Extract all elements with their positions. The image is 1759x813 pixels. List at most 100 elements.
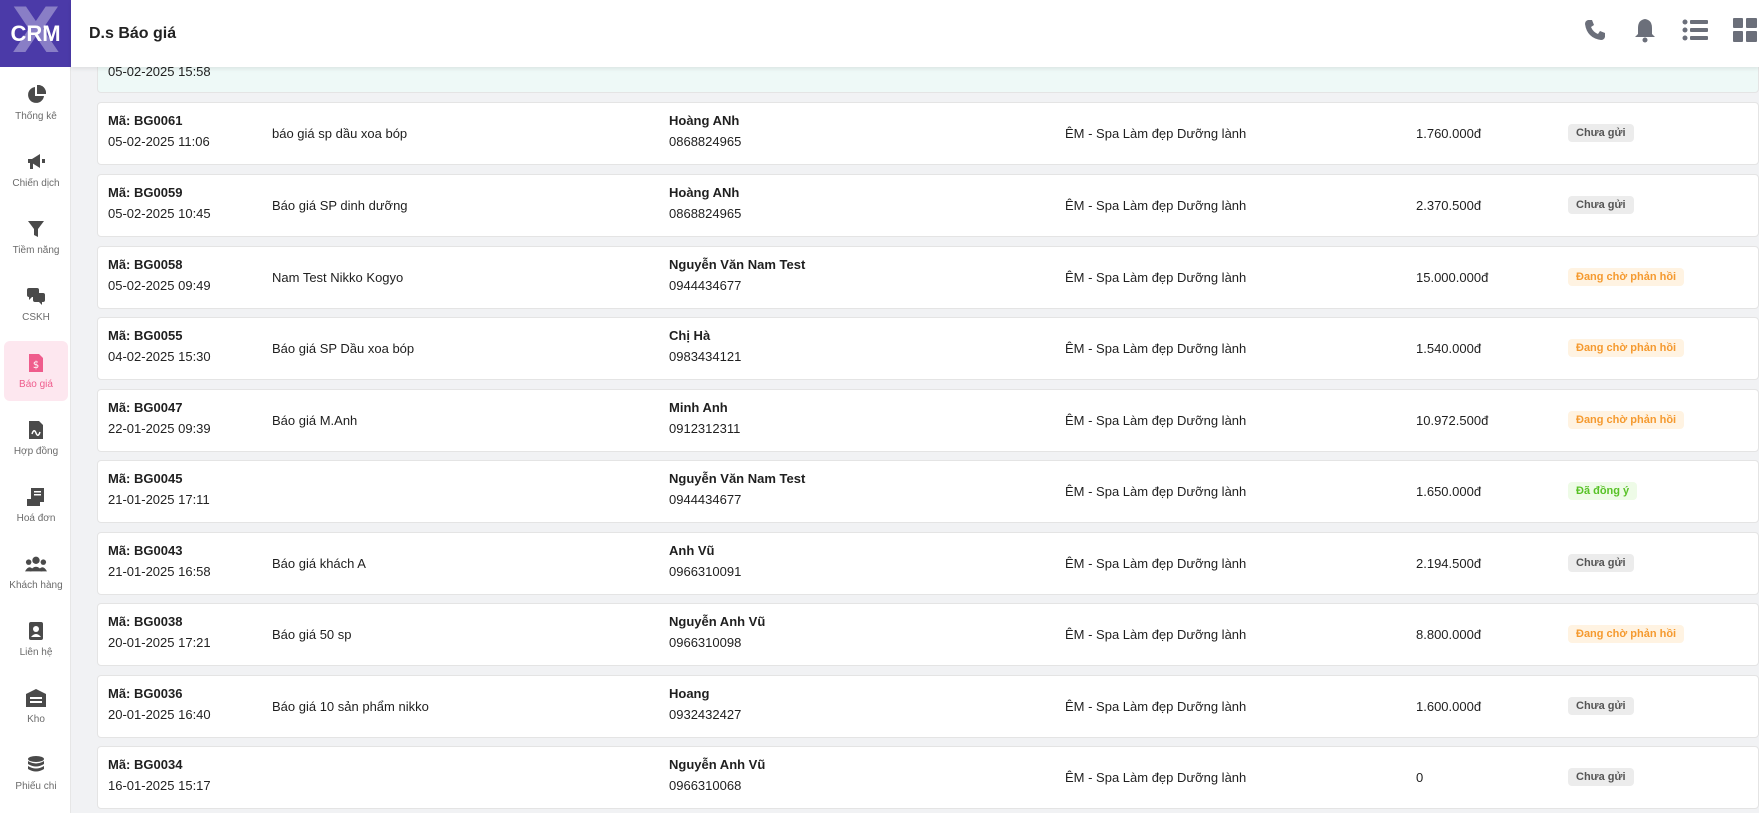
quote-name: báo giá sp dầu xoa bóp [272,126,408,141]
customer-phone: 0932432427 [669,707,742,722]
quote-amount: 2.194.500đ [1416,556,1482,571]
sidebar: X CRM Thống kê Chiến dịch Tiềm năng CSKH… [0,0,71,813]
sidebar-item-label: Kho [27,714,45,725]
customer-name: Anh Vũ [669,543,715,558]
grid-icon[interactable] [1731,16,1759,44]
filter-icon [25,218,47,240]
list-icon[interactable] [1681,16,1709,44]
quote-date: 04-02-2025 15:30 [108,349,211,364]
quote-name: Báo giá M.Anh [272,413,358,428]
quote-date: 05-02-2025 10:45 [108,206,211,221]
sidebar-item-hop-dong[interactable]: Hợp đồng [4,408,68,468]
phone-icon[interactable] [1581,16,1609,44]
quote-row[interactable]: Mã: BG0058 05-02-2025 09:49 Nam Test Nik… [97,246,1759,309]
quote-amount: 0 [1416,770,1424,785]
sidebar-item-khach-hang[interactable]: Khách hàng [4,542,68,602]
quote-doc-icon: $ [25,352,47,374]
customer-phone: 0868824965 [669,134,742,149]
quote-code: Mã: BG0038 [108,614,183,629]
quote-status-badge: Đang chờ phản hồi [1568,411,1685,429]
quote-status-badge: Chưa gửi [1568,697,1634,715]
quote-date: 20-01-2025 17:21 [108,635,211,650]
quote-row[interactable]: Mã: BG0061 05-02-2025 11:06 báo giá sp d… [97,102,1759,165]
branch-name: ÊM - Spa Làm đẹp Dưỡng lành [1065,413,1247,428]
quote-date: 16-01-2025 15:17 [108,778,211,793]
quote-code: Mã: BG0061 [108,113,183,128]
quote-row[interactable]: Mã: BG0055 04-02-2025 15:30 Báo giá SP D… [97,317,1759,380]
customer-phone: 0983434121 [669,349,742,364]
sidebar-item-chien-dich[interactable]: Chiến dịch [4,140,68,200]
quote-row[interactable]: Mã: BG0038 20-01-2025 17:21 Báo giá 50 s… [97,603,1759,666]
quote-status-badge: Chưa gửi [1568,768,1634,786]
customer-name: Chị Hà [669,328,711,343]
sidebar-item-bao-gia[interactable]: $ Báo giá [4,341,68,401]
quote-amount: 1.760.000đ [1416,126,1482,141]
sidebar-item-label: Liên hệ [19,647,53,658]
branch-name: ÊM - Spa Làm đẹp Dưỡng lành [1065,556,1247,571]
sidebar-item-cskh[interactable]: CSKH [4,274,68,334]
sidebar-item-lien-he[interactable]: Liên hệ [4,609,68,669]
quote-name: Nam Test Nikko Kogyo [272,270,404,285]
sidebar-item-thong-ke[interactable]: Thống kê [4,73,68,133]
quote-code: Mã: BG0045 [108,471,183,486]
sidebar-item-label: Khách hàng [9,580,63,591]
sidebar-item-label: Chiến dịch [12,178,60,189]
quote-name: Báo giá 10 sản phẩm nikko [272,699,429,714]
coins-icon [25,754,47,776]
quote-row[interactable]: Mã: BG0036 20-01-2025 16:40 Báo giá 10 s… [97,675,1759,738]
crm-logo[interactable]: X CRM [0,0,71,67]
sidebar-item-hoa-don[interactable]: Hoá đơn [4,475,68,535]
chat-icon [25,285,47,307]
customer-phone: 0868824965 [669,206,742,221]
quote-code: Mã: BG0055 [108,328,183,343]
quote-code: Mã: BG0059 [108,185,183,200]
top-bar: D.s Báo giá [71,0,1759,67]
pie-chart-icon [25,84,47,106]
branch-name: ÊM - Spa Làm đẹp Dưỡng lành [1065,770,1247,785]
branch-name: ÊM - Spa Làm đẹp Dưỡng lành [1065,270,1247,285]
sidebar-item-label: Báo giá [19,379,53,390]
users-icon [25,553,47,575]
invoice-icon [25,486,47,508]
customer-phone: 0944434677 [669,492,742,507]
quote-status-badge: Chưa gửi [1568,196,1634,214]
branch-name: ÊM - Spa Làm đẹp Dưỡng lành [1065,341,1247,356]
logo-text: CRM [10,20,61,46]
customer-phone: 0944434677 [669,278,742,293]
customer-phone: 0966310091 [669,564,742,579]
sidebar-item-kho[interactable]: Kho [4,676,68,736]
quote-amount: 15.000.000đ [1416,270,1489,285]
quote-row[interactable]: Mã: BG0059 05-02-2025 10:45 Báo giá SP d… [97,174,1759,237]
quote-name: Báo giá SP dinh dưỡng [272,198,408,213]
bell-icon[interactable] [1631,16,1659,44]
quote-date: 21-01-2025 17:11 [108,492,210,507]
warehouse-icon [25,687,47,709]
quote-name: Báo giá 50 sp [272,627,352,642]
quote-amount: 8.800.000đ [1416,627,1482,642]
quote-status-badge: Đang chờ phản hồi [1568,339,1685,357]
header-actions [1581,16,1759,44]
quote-status-badge: Đang chờ phản hồi [1568,268,1685,286]
quote-status-badge: Đã đồng ý [1568,482,1638,500]
customer-phone: 0966310068 [669,778,742,793]
sidebar-item-label: Thống kê [15,111,57,122]
sidebar-item-label: CSKH [22,312,50,323]
quote-code: Mã: BG0036 [108,686,183,701]
quote-date: 05-02-2025 11:06 [108,134,210,149]
quote-row[interactable]: Mã: BG0047 22-01-2025 09:39 Báo giá M.An… [97,389,1759,452]
quote-row[interactable]: Mã: BG0043 21-01-2025 16:58 Báo giá khác… [97,532,1759,595]
quote-code: Mã: BG0043 [108,543,183,558]
contract-icon [25,419,47,441]
quote-row[interactable]: Mã: BG0034 16-01-2025 15:17 Nguyễn Anh V… [97,746,1759,809]
quote-row[interactable]: Mã: BG0045 21-01-2025 17:11 Nguyễn Văn N… [97,460,1759,523]
svg-text:$: $ [33,360,39,371]
sidebar-item-label: Hợp đồng [13,446,59,457]
branch-name: ÊM - Spa Làm đẹp Dưỡng lành [1065,126,1247,141]
sidebar-item-phieu-chi[interactable]: Phiếu chi [4,743,68,803]
branch-name: ÊM - Spa Làm đẹp Dưỡng lành [1065,198,1247,213]
quote-status-badge: Đang chờ phản hồi [1568,625,1685,643]
quote-code: Mã: BG0058 [108,257,183,272]
customer-name: Hoàng ANh [669,185,740,200]
customer-name: Nguyễn Anh Vũ [669,757,766,772]
sidebar-item-tiem-nang[interactable]: Tiềm năng [4,207,68,267]
